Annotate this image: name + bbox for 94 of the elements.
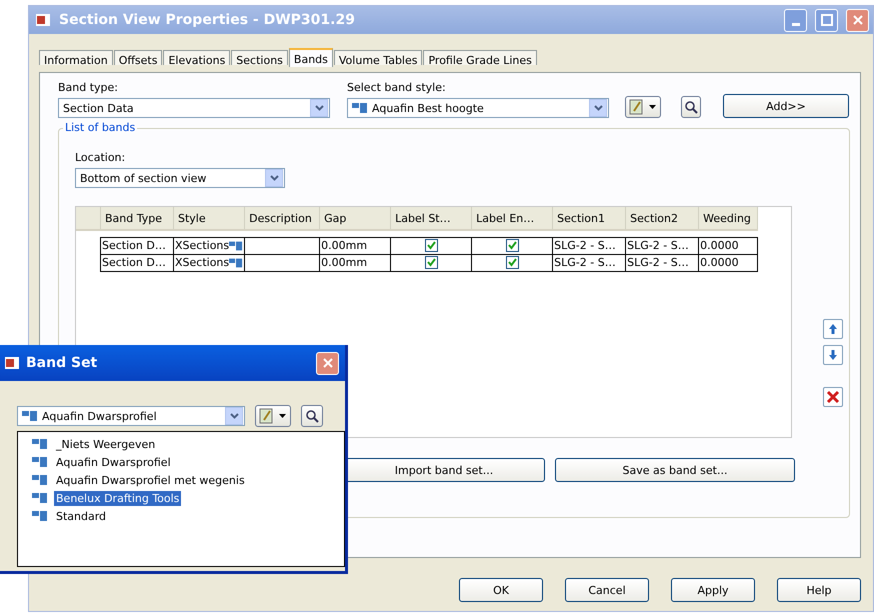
close-icon (852, 14, 864, 26)
help-button[interactable]: Help (777, 578, 861, 602)
checkbox[interactable] (506, 239, 519, 252)
edit-style-button[interactable] (255, 405, 291, 427)
table-cell: XSections (174, 237, 245, 254)
minimize-button[interactable] (784, 8, 807, 32)
column-header[interactable]: Style (174, 207, 245, 230)
style-icon (32, 438, 48, 450)
tab[interactable]: Information (39, 50, 113, 65)
caret-icon (230, 413, 238, 419)
style-icon (229, 240, 244, 252)
close-button[interactable] (316, 352, 339, 374)
cancel-button[interactable]: Cancel (565, 578, 649, 602)
table-cell: Section D… (100, 254, 174, 271)
delete-icon (826, 390, 840, 404)
app-icon (4, 355, 22, 371)
column-header[interactable]: Gap (320, 207, 391, 230)
style-icon (229, 256, 244, 269)
table-cell: SLG-2 - S… (626, 254, 699, 271)
arrow-down-icon (828, 349, 838, 361)
table-cell: SLG-2 - S… (552, 237, 626, 254)
style-icon (32, 510, 48, 522)
style-icon (32, 474, 48, 486)
column-header[interactable]: Weeding (698, 207, 758, 230)
add-button[interactable]: Add>> (723, 94, 849, 118)
save-band-set-button[interactable]: Save as band set... (555, 458, 795, 482)
pencil-icon (628, 99, 658, 115)
band-set-dropdown[interactable]: Aquafin Dwarsprofiel (17, 406, 245, 426)
table-cell: Section D… (100, 237, 174, 254)
search-icon (305, 409, 319, 423)
table-cell: 0.00mm (320, 254, 391, 271)
column-header[interactable]: Section2 (626, 207, 699, 230)
preview-button[interactable] (301, 405, 323, 427)
arrow-up-icon (828, 323, 838, 335)
caret-icon (594, 105, 602, 111)
maximize-icon (820, 14, 832, 26)
column-header[interactable]: Label En… (472, 207, 553, 230)
checkmark-icon (506, 240, 518, 251)
tab[interactable]: Volume Tables (334, 50, 422, 65)
maximize-button[interactable] (815, 8, 838, 32)
dialog-title: Band Set (26, 355, 98, 371)
group-title: List of bands (63, 121, 138, 134)
table-cell: 0.0000 (698, 237, 758, 254)
checkmark-icon (426, 257, 437, 268)
checkbox[interactable] (424, 239, 438, 252)
list-item[interactable]: Standard (54, 508, 108, 524)
table-cell: SLG-2 - S… (552, 254, 626, 271)
edit-style-button[interactable] (625, 96, 661, 118)
app-icon (35, 12, 53, 28)
pencil-icon (258, 408, 288, 424)
search-icon (684, 100, 698, 114)
apply-button[interactable]: Apply (671, 578, 755, 602)
close-button[interactable] (846, 8, 869, 32)
column-header[interactable]: Band Type (100, 207, 174, 230)
window-title: Section View Properties - DWP301.29 (59, 12, 356, 28)
checkmark-icon (506, 257, 518, 268)
list-item[interactable]: _Niets Weergeven (54, 436, 158, 452)
table-cell: SLG-2 - S… (626, 237, 699, 254)
minimize-icon (792, 22, 800, 26)
move-up-button[interactable] (823, 319, 843, 339)
tab[interactable]: Sections (231, 50, 288, 65)
list-item[interactable]: Aquafin Dwarsprofiel met wegenis (54, 472, 247, 488)
close-icon (322, 357, 334, 369)
move-down-button[interactable] (823, 345, 843, 365)
column-header[interactable]: Description (244, 207, 320, 230)
table-cell: 0.0000 (698, 254, 758, 271)
preview-button[interactable] (681, 96, 701, 118)
caret-icon (270, 175, 278, 181)
caret-icon (314, 105, 324, 111)
checkbox[interactable] (424, 256, 438, 269)
table-cell: XSections (174, 254, 245, 271)
list-item[interactable]: Aquafin Dwarsprofiel (54, 454, 173, 470)
band-style-dropdown[interactable]: Aquafin Best hoogte (347, 98, 609, 118)
tab[interactable]: Offsets (114, 50, 162, 65)
column-header[interactable]: Label St… (390, 207, 472, 230)
ok-button[interactable]: OK (459, 578, 543, 602)
field-label: Select band style: (347, 81, 447, 94)
style-icon (352, 102, 368, 114)
tab[interactable]: Profile Grade Lines (423, 50, 537, 65)
style-icon (22, 410, 38, 422)
tab[interactable]: Elevations (163, 50, 230, 65)
location-dropdown[interactable]: Bottom of section view (75, 168, 285, 188)
field-label: Band type: (58, 81, 120, 94)
style-icon (32, 456, 48, 468)
column-header[interactable]: Section1 (552, 207, 626, 230)
list-item[interactable]: Benelux Drafting Tools (54, 490, 182, 506)
checkbox[interactable] (506, 256, 519, 269)
checkmark-icon (426, 240, 437, 251)
field-label: Location: (75, 151, 126, 164)
band-type-dropdown[interactable]: Section Data (58, 98, 330, 118)
table-cell: 0.00mm (320, 237, 391, 254)
style-icon (32, 492, 48, 504)
delete-button[interactable] (823, 387, 843, 407)
tab[interactable]: Bands (288, 48, 333, 67)
